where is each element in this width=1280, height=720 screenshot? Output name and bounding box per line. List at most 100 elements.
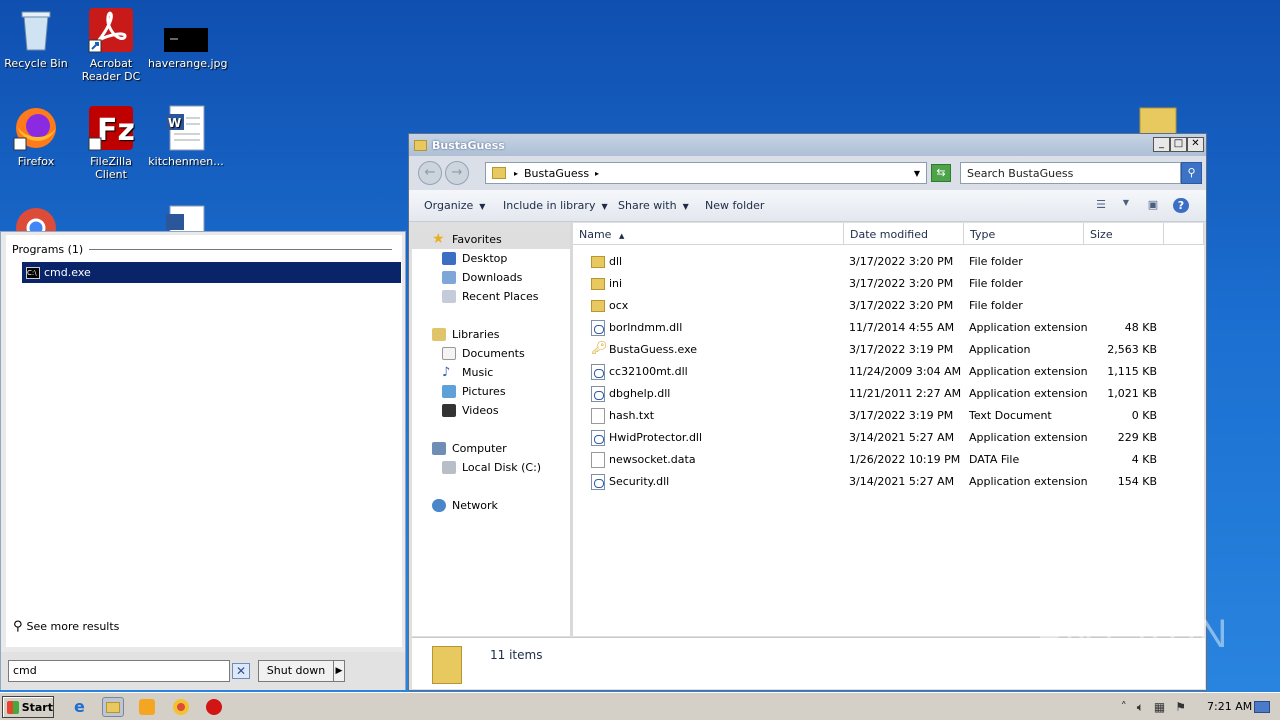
- file-name: Security.dll: [609, 475, 670, 488]
- file-name: cc32100mt.dll: [609, 365, 688, 378]
- window-titlebar[interactable]: BustaGuess: [409, 134, 1206, 156]
- desktop-icon-haverange[interactable]: haverange.jpg: [148, 6, 228, 70]
- file-size: 1,115 KB: [1107, 365, 1157, 378]
- folder-icon: [414, 139, 427, 151]
- nav-item-downloads[interactable]: Downloads: [442, 271, 522, 284]
- libraries-icon: [432, 328, 446, 341]
- search-result-cmd[interactable]: C:\ cmd.exe: [22, 262, 401, 283]
- firefox-icon: [12, 104, 60, 152]
- share-with-menu[interactable]: Share with ▼: [618, 199, 689, 212]
- file-row[interactable]: ocx 3/17/2022 3:20 PM File folder: [573, 295, 1204, 317]
- minimize-button[interactable]: _: [1153, 137, 1170, 152]
- nav-item-pictures[interactable]: Pictures: [442, 385, 506, 398]
- file-type: Application extension: [969, 387, 1088, 400]
- breadcrumb-item[interactable]: BustaGuess: [524, 167, 589, 180]
- column-header-size[interactable]: Size: [1084, 223, 1164, 245]
- nav-item-computer[interactable]: Computer: [432, 442, 507, 455]
- organize-label: Organize: [424, 199, 474, 212]
- file-row[interactable]: dbghelp.dll 11/21/2011 2:27 AM Application…: [573, 383, 1204, 405]
- nav-item-desktop[interactable]: Desktop: [442, 252, 507, 265]
- forward-button[interactable]: →: [445, 161, 469, 185]
- include-in-library-menu[interactable]: Include in library ▼: [503, 199, 608, 212]
- file-type: Application extension: [969, 475, 1088, 488]
- search-button[interactable]: ⚲: [1181, 162, 1202, 184]
- new-folder-label: New folder: [705, 199, 765, 212]
- organize-menu[interactable]: Organize ▼: [424, 199, 485, 212]
- file-row[interactable]: newsocket.data 1/26/2022 10:19 PM DATA Fil…: [573, 449, 1204, 471]
- address-bar[interactable]: ▸ BustaGuess ▸ ▼: [485, 162, 927, 184]
- taskbar-chrome-button[interactable]: [171, 697, 191, 717]
- nav-item-local-disk[interactable]: Local Disk (C:): [442, 461, 541, 474]
- nav-item-recent-places[interactable]: Recent Places: [442, 290, 539, 303]
- taskbar-explorer-button[interactable]: [102, 697, 124, 717]
- nav-item-network[interactable]: Network: [432, 499, 498, 512]
- taskbar-ie-button[interactable]: e: [70, 697, 90, 717]
- network-status-icon[interactable]: ▦: [1154, 700, 1165, 714]
- desktop-icon-filezilla[interactable]: Fz FileZilla Client: [73, 104, 149, 181]
- file-row[interactable]: hash.txt 3/17/2022 3:19 PM Text Document 0 …: [573, 405, 1204, 427]
- column-header-type[interactable]: Type: [964, 223, 1084, 245]
- file-row[interactable]: borlndmm.dll 11/7/2014 4:55 AM Application…: [573, 317, 1204, 339]
- file-type: File folder: [969, 299, 1023, 312]
- close-button[interactable]: ✕: [1187, 137, 1204, 152]
- sort-ascending-icon: ▲: [618, 232, 625, 240]
- media-player-icon: [139, 699, 155, 715]
- new-folder-button[interactable]: New folder: [705, 199, 764, 212]
- show-desktop-icon[interactable]: [1254, 701, 1270, 713]
- file-row[interactable]: HwidProtector.dll 3/14/2021 5:27 AM Applic…: [573, 427, 1204, 449]
- file-size: 229 KB: [1117, 431, 1157, 444]
- nav-item-music[interactable]: ♪ Music: [442, 366, 493, 379]
- clear-search-button[interactable]: ✕: [232, 663, 250, 679]
- column-header-name[interactable]: Name ▲: [573, 223, 844, 245]
- svg-text:Fz: Fz: [97, 113, 135, 148]
- file-name: ocx: [609, 299, 629, 312]
- search-input[interactable]: Search BustaGuess: [960, 162, 1181, 184]
- view-options-icon[interactable]: ☰: [1093, 198, 1109, 213]
- file-row[interactable]: ini 3/17/2022 3:20 PM File folder: [573, 273, 1204, 295]
- breadcrumb-dropdown-icon[interactable]: ▸: [595, 169, 599, 178]
- start-button[interactable]: Start: [2, 696, 54, 718]
- volume-icon[interactable]: 🔈︎: [1137, 700, 1144, 715]
- taskbar: Start e ˄ 🔈︎ ▦ ⚑ 7:21 AM: [0, 692, 1280, 720]
- desktop-icon-recycle-bin[interactable]: Recycle Bin: [0, 6, 74, 70]
- desktop-icon-acrobat[interactable]: Acrobat Reader DC: [73, 6, 149, 83]
- programs-section-header: Programs (1): [12, 243, 392, 256]
- result-label: cmd.exe: [44, 266, 91, 279]
- column-header-date[interactable]: Date modified: [844, 223, 964, 245]
- maximize-button[interactable]: □: [1170, 137, 1187, 152]
- refresh-icon: ⇆: [936, 166, 946, 179]
- nav-label: Videos: [462, 404, 499, 417]
- file-type: File folder: [969, 277, 1023, 290]
- back-button[interactable]: ←: [418, 161, 442, 185]
- nav-label: Downloads: [462, 271, 523, 284]
- desktop-icon-firefox[interactable]: Firefox: [0, 104, 74, 168]
- nav-item-videos[interactable]: Videos: [442, 404, 499, 417]
- clock[interactable]: 7:21 AM: [1207, 700, 1252, 713]
- section-divider: [89, 249, 392, 250]
- taskbar-stop-button[interactable]: [204, 697, 224, 717]
- music-icon: ♪: [442, 365, 451, 380]
- shutdown-options-button[interactable]: ▶: [333, 660, 345, 682]
- action-center-flag-icon[interactable]: ⚑: [1175, 700, 1186, 714]
- start-search-input[interactable]: cmd: [8, 660, 230, 682]
- file-row[interactable]: cc32100mt.dll 11/24/2009 3:04 AM Applicati…: [573, 361, 1204, 383]
- taskbar-media-player-button[interactable]: [137, 697, 157, 717]
- desktop-icon-kitchenmen[interactable]: W kitchenmen...: [148, 104, 224, 168]
- show-hidden-icons-icon[interactable]: ˄: [1121, 700, 1127, 714]
- preview-pane-icon[interactable]: ▣: [1145, 198, 1161, 213]
- file-row[interactable]: 🔑︎ BustaGuess.exe 3/17/2022 3:19 PM Applica…: [573, 339, 1204, 361]
- nav-item-libraries[interactable]: Libraries: [432, 328, 500, 341]
- file-row[interactable]: Security.dll 3/14/2021 5:27 AM Application…: [573, 471, 1204, 493]
- address-history-dropdown-icon[interactable]: ▼: [914, 169, 920, 178]
- anyrun-watermark: ANY RUN: [1036, 612, 1230, 656]
- refresh-button[interactable]: ⇆: [931, 164, 951, 182]
- include-label: Include in library: [503, 199, 596, 212]
- column-header-extra[interactable]: [1164, 223, 1204, 245]
- see-more-results-link[interactable]: ⚲ See more results: [13, 619, 119, 634]
- shutdown-button[interactable]: Shut down: [258, 660, 334, 682]
- nav-item-documents[interactable]: Documents: [442, 347, 525, 360]
- help-icon[interactable]: ?: [1173, 198, 1189, 213]
- file-row[interactable]: dll 3/17/2022 3:20 PM File folder: [573, 251, 1204, 273]
- nav-item-favorites[interactable]: ★ Favorites: [432, 232, 502, 246]
- view-chevron-down-icon[interactable]: ▼: [1118, 198, 1134, 213]
